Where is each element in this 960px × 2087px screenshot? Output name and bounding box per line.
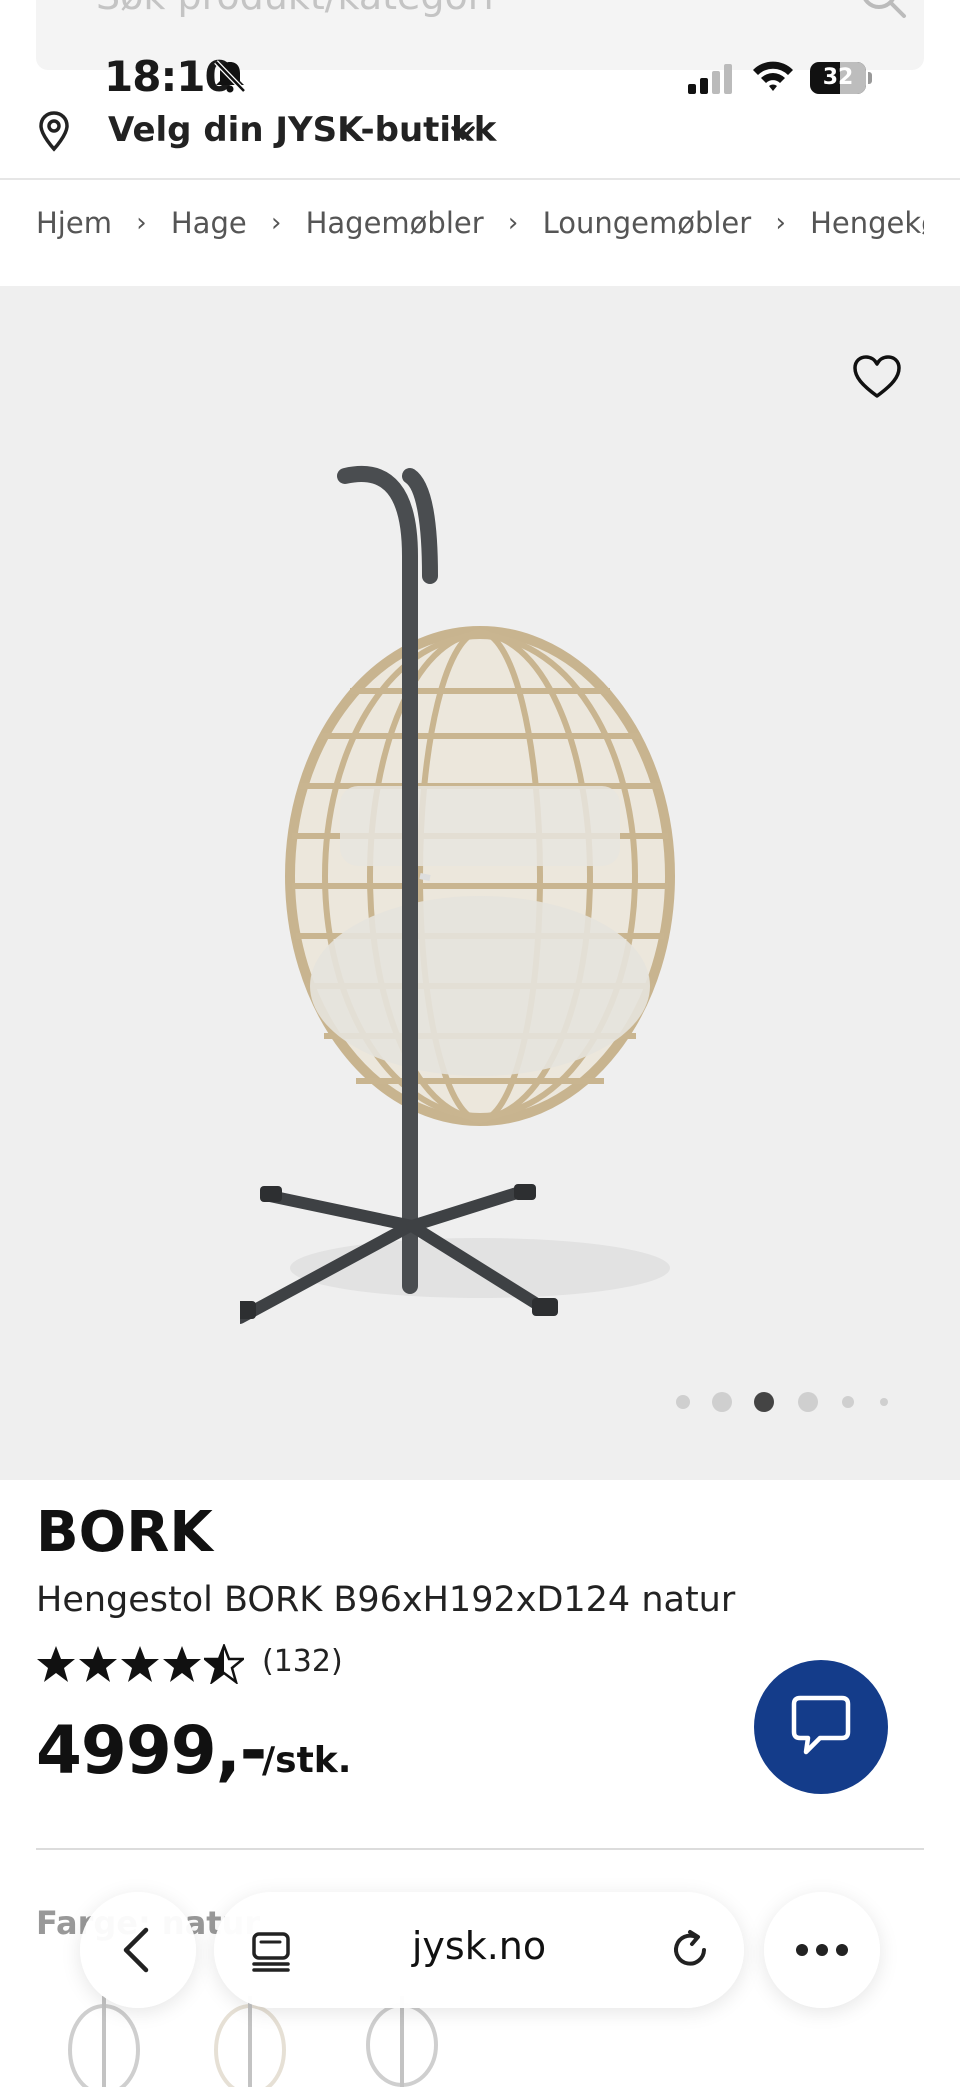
- chevron-down-icon: [451, 126, 475, 140]
- section-divider: [36, 1848, 924, 1850]
- product-price: 4999,-: [36, 1712, 267, 1789]
- wifi-icon: [753, 61, 793, 91]
- star-full-icon: [37, 1646, 75, 1682]
- header-divider: [0, 178, 960, 180]
- gallery-dot[interactable]: [798, 1392, 818, 1412]
- chevron-right-icon: ›: [775, 208, 786, 238]
- battery-indicator: 32: [810, 62, 872, 94]
- battery-level: 32: [822, 65, 854, 90]
- gallery-dot[interactable]: [842, 1396, 854, 1408]
- star-full-icon: [163, 1646, 201, 1682]
- chevron-left-icon: [123, 1927, 149, 1973]
- search-placeholder: Søk produkt/kategori: [96, 0, 494, 18]
- chevron-right-icon: ›: [136, 208, 147, 238]
- product-name: Hengestol BORK B96xH192xD124 natur: [36, 1580, 736, 1620]
- reload-icon[interactable]: [668, 1928, 712, 1972]
- browser-more-button[interactable]: [764, 1892, 880, 2008]
- store-label: Velg din JYSK-butikk: [108, 110, 497, 150]
- breadcrumb: Hjem › Hage › Hagemøbler › Loungemøbler …: [36, 206, 924, 256]
- breadcrumb-item-garden-furniture[interactable]: Hagemøbler: [306, 206, 484, 240]
- star-full-icon: [79, 1646, 117, 1682]
- breadcrumb-item-home[interactable]: Hjem: [36, 206, 112, 240]
- product-image: [240, 466, 675, 1324]
- cellular-signal-icon: [688, 64, 732, 94]
- star-full-icon: [121, 1646, 159, 1682]
- chevron-right-icon: ›: [270, 208, 282, 238]
- breadcrumb-item-lounge-furniture[interactable]: Loungemøbler: [543, 206, 752, 240]
- browser-back-button[interactable]: [80, 1892, 196, 2008]
- bell-muted-icon: [214, 60, 246, 93]
- star-half-icon: [204, 1644, 244, 1684]
- price-unit: /stk.: [262, 1740, 352, 1781]
- product-image-gallery[interactable]: [0, 286, 960, 1480]
- search-icon[interactable]: [858, 0, 908, 20]
- chat-button[interactable]: [754, 1660, 888, 1794]
- product-brand: BORK: [36, 1500, 213, 1565]
- gallery-dot[interactable]: [712, 1392, 732, 1412]
- chevron-right-icon: ›: [507, 208, 519, 238]
- breadcrumb-item-garden[interactable]: Hage: [171, 206, 247, 240]
- store-selector[interactable]: Velg din JYSK-butikk: [36, 108, 636, 158]
- review-count[interactable]: (132): [262, 1644, 343, 1679]
- breadcrumb-item-hanging-chairs[interactable]: Hengekøyer og hengestoler: [810, 206, 924, 240]
- gallery-dot[interactable]: [880, 1398, 888, 1406]
- browser-address-bar[interactable]: jysk.no: [214, 1892, 744, 2008]
- url-text: jysk.no: [411, 1924, 547, 1968]
- more-options-icon: [796, 1944, 848, 1956]
- gallery-dot[interactable]: [676, 1395, 690, 1409]
- location-pin-icon: [39, 111, 69, 152]
- heart-icon[interactable]: [852, 354, 902, 400]
- gallery-dot-active[interactable]: [754, 1392, 774, 1412]
- chat-bubble-icon: [791, 1695, 851, 1755]
